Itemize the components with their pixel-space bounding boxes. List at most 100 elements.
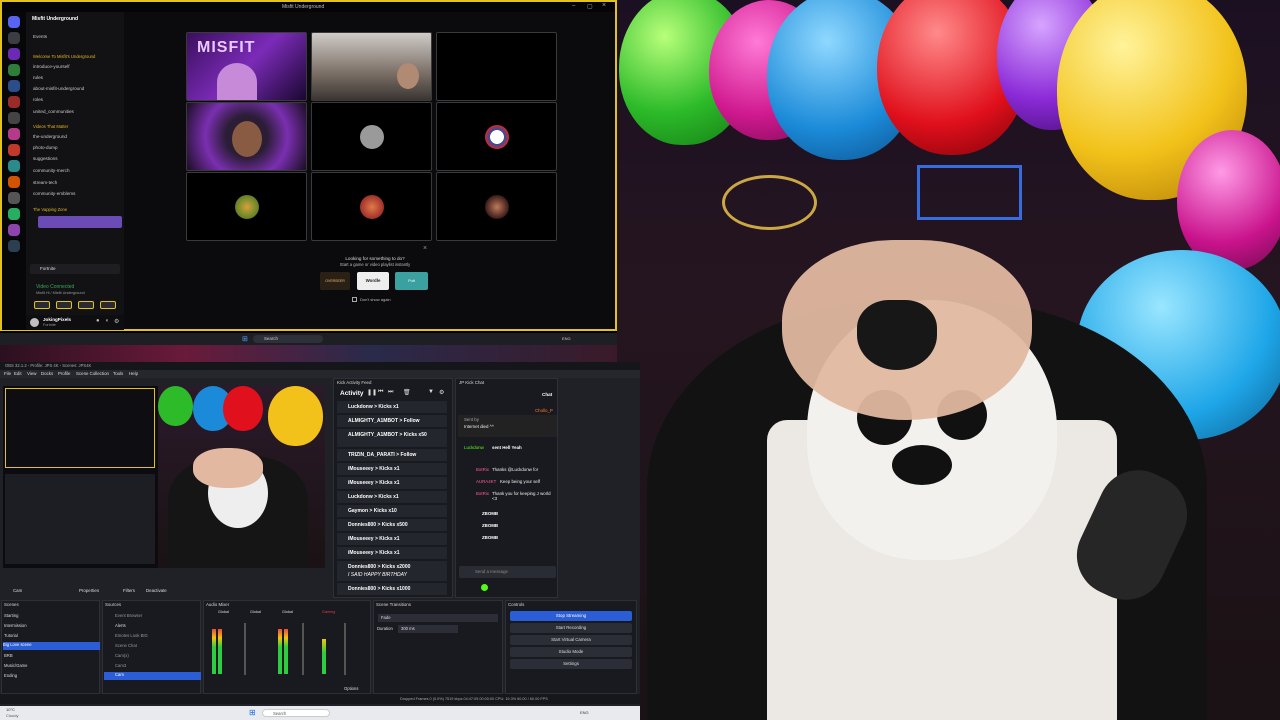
channel-stream-tech[interactable]: stream-tech xyxy=(33,180,57,185)
scene-item[interactable]: Starting xyxy=(4,613,18,618)
activity-close-icon[interactable]: × xyxy=(423,245,427,252)
video-tile-avatar-4[interactable] xyxy=(311,172,432,241)
chat-send-icon[interactable] xyxy=(481,584,488,591)
headset-icon[interactable]: ◖ xyxy=(105,318,109,324)
channel-photo-dump[interactable]: photo-dump xyxy=(33,145,58,150)
server-icon-12[interactable] xyxy=(8,192,20,204)
feed-row[interactable]: Donnies800 > Kicks x500 xyxy=(337,519,447,531)
menu-file[interactable]: File xyxy=(4,371,11,376)
channel-rules[interactable]: rules xyxy=(33,75,43,80)
channel-community-merch[interactable]: community-merch xyxy=(33,168,70,173)
server-icon-10[interactable] xyxy=(8,160,20,172)
voice-user-active[interactable] xyxy=(38,216,122,228)
feed-row[interactable]: ALMIGHTY_A1MBOT > Kicks x50 xyxy=(337,429,447,447)
feed-row[interactable]: Donnies800 > Kicks x1000 xyxy=(337,583,447,595)
dont-show-checkbox[interactable] xyxy=(352,297,357,302)
close-icon[interactable]: × xyxy=(602,2,606,9)
activity-game-3[interactable]: Putt xyxy=(395,272,428,290)
source-item[interactable]: Event Browser xyxy=(115,613,142,618)
video-tile-avatar-1[interactable] xyxy=(311,102,432,171)
source-item-selected[interactable]: Cam xyxy=(104,672,201,680)
server-icon-2[interactable] xyxy=(8,32,20,44)
server-icon-4[interactable] xyxy=(8,64,20,76)
volume-slider[interactable] xyxy=(244,623,246,675)
start-recording-button[interactable]: Start Recording xyxy=(510,623,632,633)
menu-view[interactable]: View xyxy=(27,371,36,376)
screenshare-button[interactable] xyxy=(56,301,72,309)
mic-icon[interactable]: ● xyxy=(96,318,100,324)
feed-row[interactable]: iMouseeey > Kicks x1 xyxy=(337,477,447,489)
menu-edit[interactable]: Edit xyxy=(14,371,22,376)
volume-meter[interactable] xyxy=(278,629,282,674)
server-icon-9[interactable] xyxy=(8,144,20,156)
tab-properties[interactable]: Properties xyxy=(79,588,99,593)
tab-filters[interactable]: Filters xyxy=(123,588,135,593)
scene-item[interactable]: Music/Game xyxy=(4,663,28,668)
server-icon-5[interactable] xyxy=(8,80,20,92)
category-welcome[interactable]: Welcome To Misfit's Underground xyxy=(33,54,95,59)
obs-preview[interactable] xyxy=(3,386,325,568)
taskbar-top-search[interactable]: Search xyxy=(253,335,323,343)
feed-row[interactable]: Luckdonw > Kicks x1 xyxy=(337,401,447,413)
video-tile-avatar-5[interactable] xyxy=(436,172,557,241)
menu-help[interactable]: Help xyxy=(129,371,138,376)
server-icon-1[interactable] xyxy=(8,16,20,28)
volume-meter[interactable] xyxy=(284,629,288,674)
activity-button[interactable] xyxy=(78,301,94,309)
volume-meter[interactable] xyxy=(218,629,222,674)
start-icon-top[interactable]: ⊞ xyxy=(242,335,248,343)
channel-roles[interactable]: roles xyxy=(33,97,43,102)
server-icon-8[interactable] xyxy=(8,128,20,140)
source-item[interactable]: Cam(x) xyxy=(115,653,129,658)
next-icon[interactable]: ⏭ xyxy=(388,389,393,396)
camera-button[interactable] xyxy=(34,301,50,309)
duration-input[interactable]: 300 ms xyxy=(398,625,458,633)
scene-item[interactable]: BRB xyxy=(4,653,13,658)
feed-row[interactable]: ALMIGHTY_A1MBOT > Follow xyxy=(337,415,447,427)
menu-scene-collection[interactable]: Scene Collection xyxy=(76,371,109,376)
volume-slider[interactable] xyxy=(302,623,304,675)
pause-icon[interactable]: ❚❚ xyxy=(367,389,377,396)
channel-the-underground[interactable]: the-underground xyxy=(33,134,67,139)
feed-row[interactable]: Luckdonw > Kicks x1 xyxy=(337,491,447,503)
server-name[interactable]: Misfit Underground xyxy=(32,16,78,22)
studio-mode-button[interactable]: Studio Mode xyxy=(510,647,632,657)
settings-button[interactable]: Settings xyxy=(510,659,632,669)
activity-game-2[interactable]: Wordle xyxy=(357,272,389,290)
channel-united[interactable]: united_communities xyxy=(33,109,74,114)
options-button[interactable]: Options xyxy=(344,686,358,691)
taskbar-search[interactable]: Search xyxy=(262,709,330,717)
scene-item[interactable]: Intermission xyxy=(4,623,27,628)
stop-streaming-button[interactable]: Stop Streaming xyxy=(510,611,632,621)
feed-row[interactable]: iMouseeey > Kicks x1 xyxy=(337,533,447,545)
voice-channel[interactable]: Fortnite xyxy=(30,264,120,274)
server-icon-3[interactable] xyxy=(8,48,20,60)
channel-events[interactable]: Events xyxy=(33,34,47,39)
feed-row[interactable]: Donnies800 > Kicks x2000 I SAID HAPPY BI… xyxy=(337,561,447,581)
video-tile-cam-room[interactable] xyxy=(311,32,432,101)
server-icon-6[interactable] xyxy=(8,96,20,108)
tab-deactivate[interactable]: Deactivate xyxy=(146,588,167,593)
volume-meter[interactable] xyxy=(322,639,326,674)
menu-docks[interactable]: Docks xyxy=(41,371,53,376)
video-tile-streamer[interactable] xyxy=(186,102,307,171)
menu-tools[interactable]: Tools xyxy=(113,371,123,376)
server-icon-11[interactable] xyxy=(8,176,20,188)
scene-item[interactable]: Tutorial xyxy=(4,633,18,638)
feed-gear-icon[interactable]: ⚙ xyxy=(439,389,444,396)
tab-cam[interactable]: Cam xyxy=(13,588,22,593)
chat-input[interactable]: Send a message xyxy=(459,566,556,578)
server-icon-7[interactable] xyxy=(8,112,20,124)
minimize-icon[interactable]: – xyxy=(572,3,575,9)
volume-slider[interactable] xyxy=(344,623,346,675)
source-item[interactable]: Emotes Look BIG xyxy=(115,633,148,638)
trash-icon[interactable]: 🗑 xyxy=(403,389,411,396)
feed-row[interactable]: iMouseeey > Kicks x1 xyxy=(337,547,447,559)
feed-row[interactable]: iMouseeey > Kicks x1 xyxy=(337,463,447,475)
soundboard-button[interactable] xyxy=(100,301,116,309)
category-vapping[interactable]: The Vapping Zone xyxy=(33,207,67,212)
channel-suggestions[interactable]: suggestions xyxy=(33,156,58,161)
video-tile-brand[interactable]: MISFIT xyxy=(186,32,307,101)
channel-introduce-yourself[interactable]: introduce-yourself xyxy=(33,64,70,69)
start-icon[interactable]: ⊞ xyxy=(249,708,256,717)
